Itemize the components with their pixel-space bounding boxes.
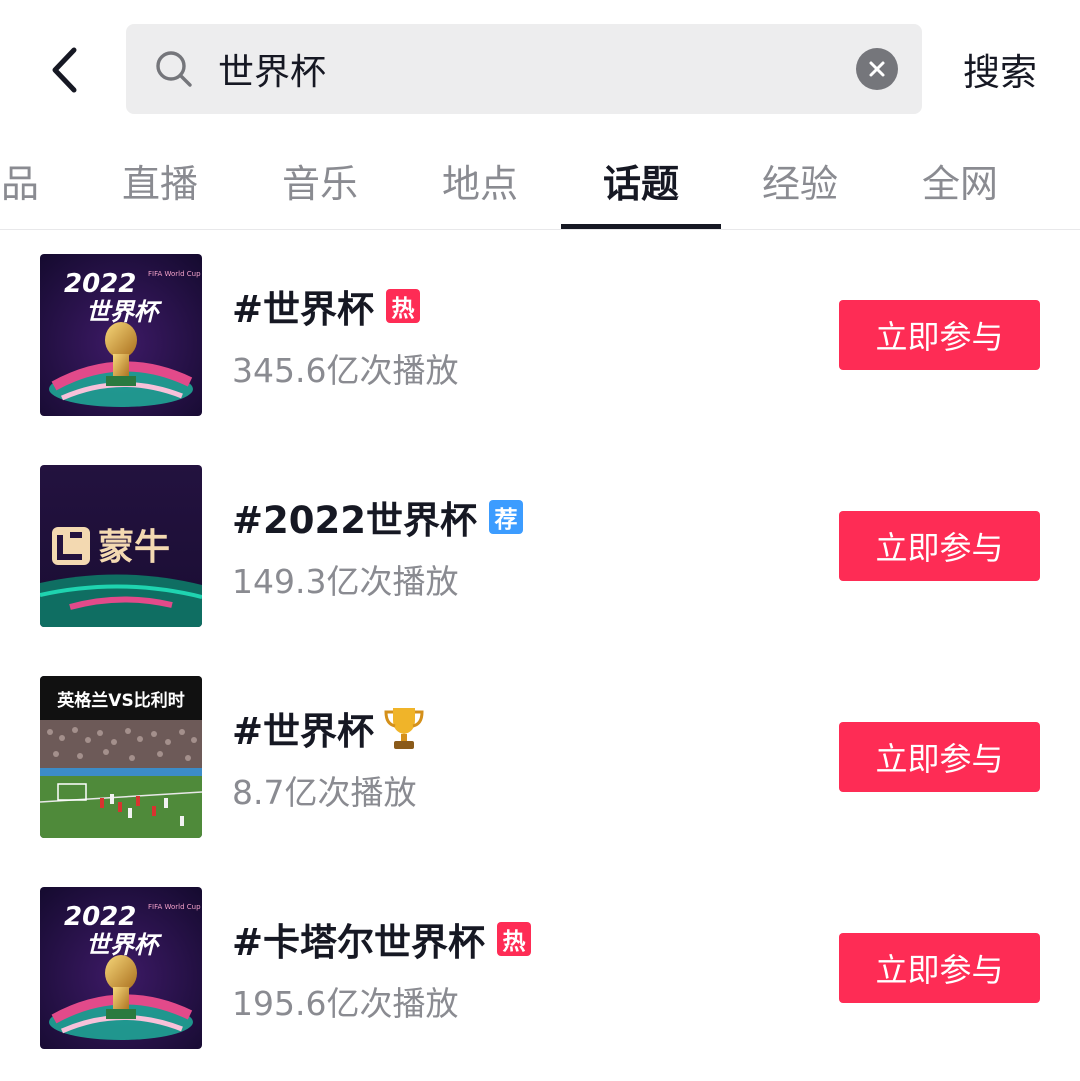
thumbnail-text: 蒙牛 <box>98 527 170 568</box>
topic-title-line: #2022世界杯 荐 <box>232 489 523 545</box>
thumbnail-text: 世界杯 <box>86 298 163 326</box>
tab-live[interactable]: 直播 <box>80 130 240 230</box>
category-tabs: 品 直播 音乐 地点 话题 经验 全网 <box>0 130 1080 230</box>
trophy-icon <box>384 708 424 749</box>
play-count: 195.6亿次播放 <box>232 984 459 1023</box>
chevron-left-icon <box>52 47 77 93</box>
topic-row[interactable]: 2022 世界杯 FIFA World Cup #世界杯 热 345.6亿次播放… <box>0 254 1080 416</box>
hot-badge: 热 <box>497 922 532 956</box>
join-topic-button[interactable]: 立即参与 <box>839 722 1040 792</box>
topic-row[interactable]: 英格兰VS比利时 #世界杯 8.7亿次播放 立即参与 <box>0 676 1080 838</box>
topic-row[interactable]: 蒙牛 #2022世界杯 荐 149.3亿次播放 立即参与 <box>0 465 1080 627</box>
search-bar <box>126 24 922 114</box>
back-button[interactable] <box>36 40 92 100</box>
hot-badge: 热 <box>386 289 421 323</box>
topic-title[interactable]: #2022世界杯 <box>232 490 477 544</box>
tab-experience[interactable]: 经验 <box>720 130 880 230</box>
topic-thumbnail: 蒙牛 <box>40 465 202 627</box>
topic-title[interactable]: #世界杯 <box>232 701 374 755</box>
topic-thumbnail: 2022 世界杯 FIFA World Cup <box>40 887 202 1049</box>
search-button[interactable]: 搜索 <box>942 24 1058 114</box>
tabs-divider <box>0 229 1080 230</box>
thumbnail-year: 2022 <box>64 902 136 932</box>
thumbnail-text: 世界杯 <box>86 931 163 959</box>
mengniu-logo-icon <box>52 527 90 565</box>
topic-title-line: #卡塔尔世界杯 热 <box>232 911 532 967</box>
topic-title-line: #世界杯 热 <box>232 278 421 334</box>
topic-thumbnail: 2022 世界杯 FIFA World Cup <box>40 254 202 416</box>
tab-music[interactable]: 音乐 <box>240 130 400 230</box>
tab-topics[interactable]: 话题 <box>561 130 721 230</box>
thumbnail-year: 2022 <box>64 269 136 299</box>
search-icon <box>156 51 192 87</box>
topic-thumbnail: 英格兰VS比利时 <box>40 676 202 838</box>
thumbnail-logo-text: FIFA World Cup <box>148 903 201 911</box>
clear-search-button[interactable] <box>856 48 898 90</box>
join-topic-button[interactable]: 立即参与 <box>839 511 1040 581</box>
join-topic-button[interactable]: 立即参与 <box>839 933 1040 1003</box>
topic-title[interactable]: #世界杯 <box>232 279 374 333</box>
join-topic-button[interactable]: 立即参与 <box>839 300 1040 370</box>
play-count: 149.3亿次播放 <box>232 562 459 601</box>
topic-row[interactable]: 2022 世界杯 FIFA World Cup #卡塔尔世界杯 热 195.6亿… <box>0 887 1080 1049</box>
topic-search-page: 搜索 品 直播 音乐 地点 话题 经验 全网 <box>0 0 1080 1081</box>
thumbnail-logo-text: FIFA World Cup <box>148 270 201 278</box>
thumbnail-caption: 英格兰VS比利时 <box>57 690 184 711</box>
topic-title[interactable]: #卡塔尔世界杯 <box>232 912 485 966</box>
play-count: 8.7亿次播放 <box>232 773 417 812</box>
tab-all-web[interactable]: 全网 <box>880 130 1040 230</box>
search-input[interactable] <box>218 24 838 114</box>
tab-location[interactable]: 地点 <box>400 130 560 230</box>
recommend-badge: 荐 <box>488 500 523 534</box>
play-count: 345.6亿次播放 <box>232 351 459 390</box>
close-icon <box>869 61 885 77</box>
topic-title-line: #世界杯 <box>232 700 426 756</box>
